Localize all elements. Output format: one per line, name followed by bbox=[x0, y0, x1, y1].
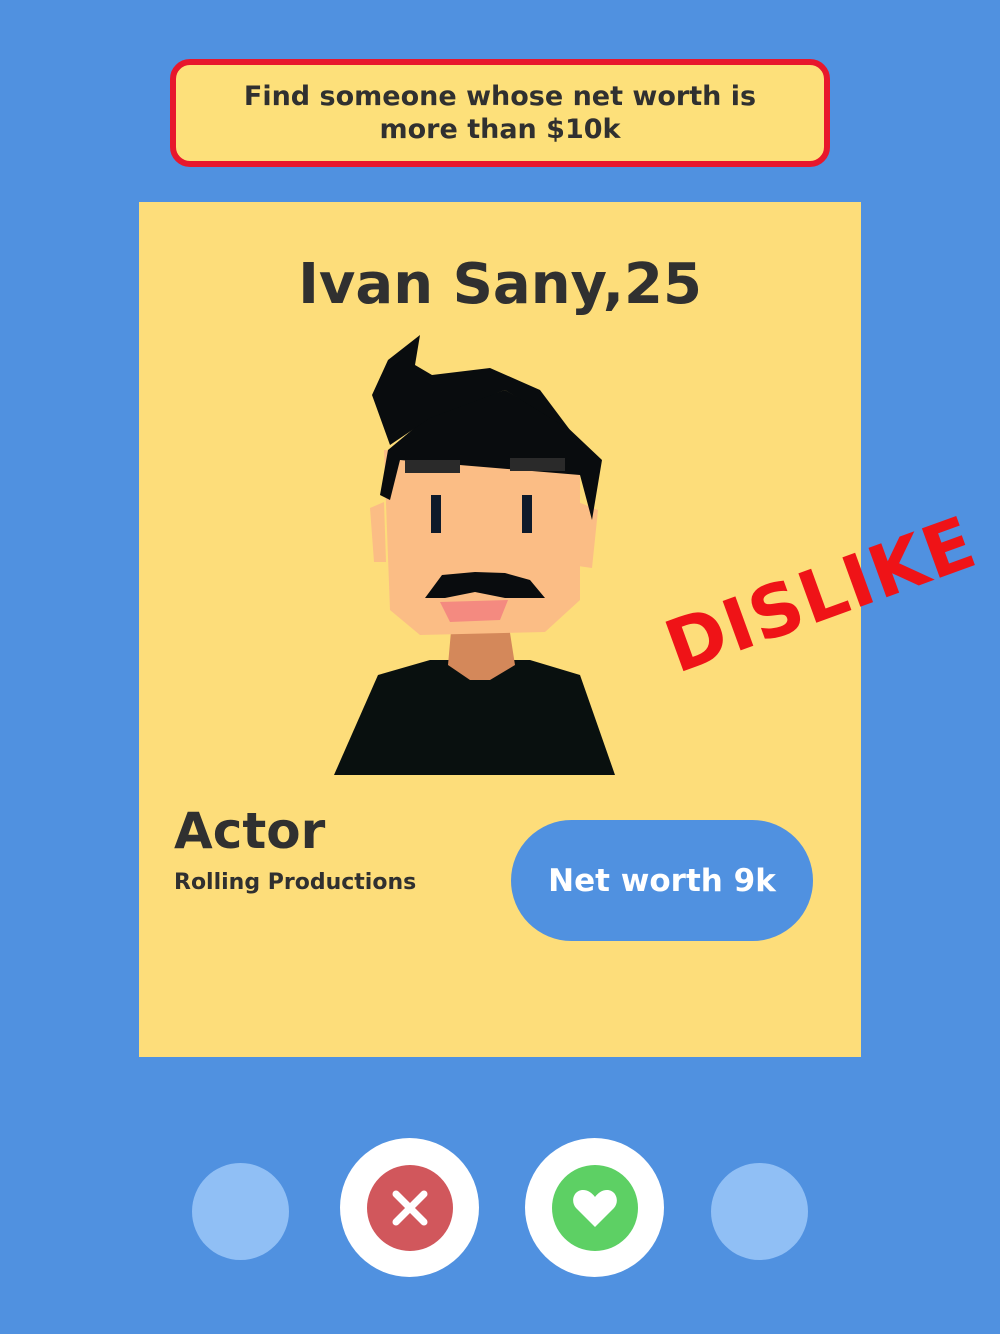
task-text: Find someone whose net worth is more tha… bbox=[243, 81, 757, 145]
avatar-ear-left bbox=[370, 502, 386, 562]
heart-icon bbox=[572, 1189, 617, 1227]
avatar-eye-right bbox=[522, 495, 532, 533]
profile-name-age: Ivan Sany,25 bbox=[298, 252, 702, 317]
left-side-button[interactable] bbox=[192, 1163, 289, 1260]
profile-job: Actor bbox=[174, 802, 326, 860]
avatar-eyebrow-right bbox=[510, 458, 565, 471]
dislike-button[interactable] bbox=[340, 1138, 479, 1277]
avatar-ear-right bbox=[578, 502, 598, 568]
avatar-mouth bbox=[440, 600, 508, 622]
net-worth-badge: Net worth 9k bbox=[511, 820, 813, 941]
profile-company: Rolling Productions bbox=[174, 870, 417, 895]
net-worth-label: Net worth 9k bbox=[548, 862, 776, 899]
avatar bbox=[334, 335, 615, 775]
like-button-inner bbox=[551, 1164, 638, 1251]
avatar-eyebrow-left bbox=[405, 460, 460, 473]
close-icon bbox=[392, 1190, 427, 1225]
right-side-button[interactable] bbox=[711, 1163, 808, 1260]
dislike-button-inner bbox=[366, 1164, 453, 1251]
task-banner: Find someone whose net worth is more tha… bbox=[170, 59, 830, 167]
avatar-eye-left bbox=[431, 495, 441, 533]
like-button[interactable] bbox=[525, 1138, 664, 1277]
